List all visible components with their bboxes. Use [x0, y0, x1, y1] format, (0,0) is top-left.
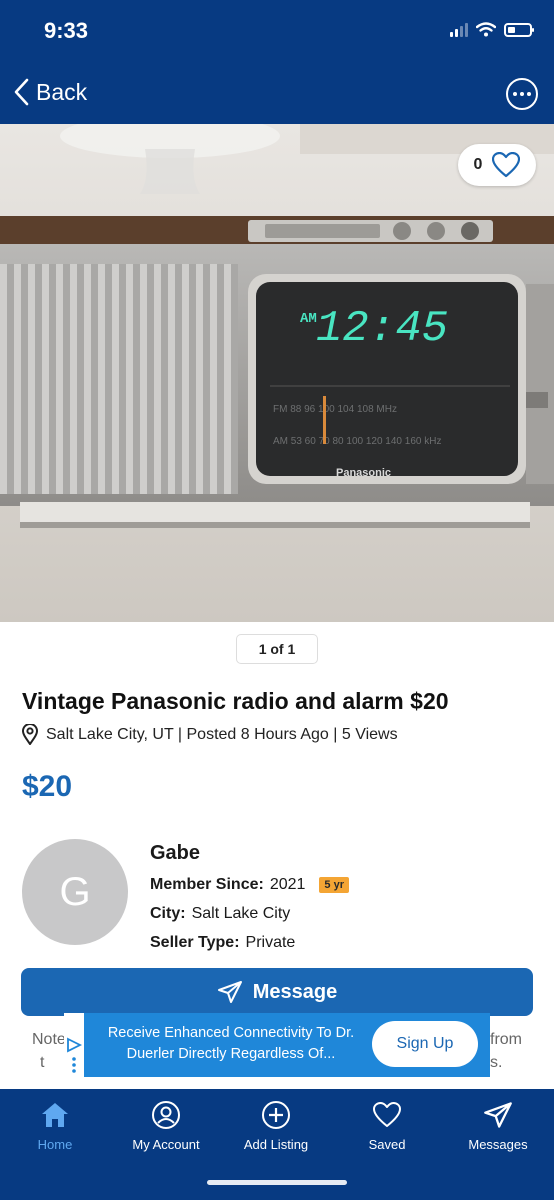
- listing-title: Vintage Panasonic radio and alarm $20: [22, 688, 449, 714]
- am-dial-scale: AM 53 60 70 80 100 120 140 160 kHz: [273, 436, 441, 447]
- chevron-left-icon: [14, 78, 29, 106]
- seller-name[interactable]: Gabe: [150, 842, 200, 865]
- member-since-row: Member Since: 2021 5 yr: [150, 876, 349, 894]
- listing-meta-text: Salt Lake City, UT | Posted 8 Hours Ago …: [46, 725, 398, 743]
- ad-choices-strip[interactable]: [64, 1013, 84, 1077]
- bottom-tab-bar: Home My Account Add Listing Saved Messag…: [0, 1089, 554, 1200]
- location-pin-icon: [22, 724, 38, 745]
- heart-icon: [492, 152, 521, 178]
- top-navigation-bar: 9:33 Back: [0, 0, 554, 124]
- notice-text-left-2: t: [40, 1054, 45, 1071]
- listing-price: $20: [22, 770, 73, 803]
- seller-type-row: Seller Type: Private: [150, 934, 295, 952]
- seller-city-row: City: Salt Lake City: [150, 905, 290, 923]
- tab-add-listing[interactable]: Add Listing: [221, 1089, 331, 1169]
- member-since-value: 2021: [269, 876, 306, 893]
- battery-icon: [504, 22, 534, 37]
- ad-banner[interactable]: Receive Enhanced Connectivity To Dr. Due…: [64, 1013, 490, 1077]
- radio-photo-illustration: AM 12:45 FM 88 96 100 104 108 MHz AM 53 …: [0, 124, 554, 622]
- home-icon: [42, 1103, 68, 1127]
- status-icons: [450, 22, 534, 37]
- account-icon: [152, 1101, 180, 1129]
- wifi-icon: [476, 22, 496, 37]
- back-button[interactable]: Back: [14, 78, 87, 106]
- home-indicator: [207, 1180, 347, 1185]
- fm-dial-scale: FM 88 96 100 104 108 MHz: [273, 404, 397, 415]
- clock-time-display: 12:45: [316, 304, 448, 354]
- member-since-label: Member Since:: [150, 876, 264, 893]
- tab-add-listing-label: Add Listing: [243, 1137, 309, 1152]
- ad-signup-button[interactable]: Sign Up: [372, 1021, 478, 1067]
- notice-text-right: from: [490, 1031, 522, 1048]
- message-button[interactable]: Message: [21, 968, 533, 1016]
- listing-meta: Salt Lake City, UT | Posted 8 Hours Ago …: [22, 724, 398, 745]
- tab-saved[interactable]: Saved: [332, 1089, 442, 1169]
- seller-city-label: City:: [150, 905, 186, 922]
- tab-messages-label: Messages: [468, 1137, 528, 1152]
- photo-pager: 1 of 1: [236, 634, 318, 664]
- cellular-signal-icon: [450, 22, 468, 37]
- favorite-button[interactable]: 0: [458, 144, 536, 186]
- favorite-count: 0: [473, 156, 483, 173]
- ad-text: Receive Enhanced Connectivity To Dr. Due…: [107, 1025, 355, 1062]
- heart-icon: [373, 1102, 401, 1127]
- seller-type-label: Seller Type:: [150, 934, 240, 951]
- status-time: 9:33: [44, 18, 89, 43]
- tab-my-account[interactable]: My Account: [111, 1089, 221, 1169]
- tab-my-account-label: My Account: [132, 1137, 200, 1152]
- tab-home-label: Home: [37, 1137, 73, 1152]
- notice-text-right-2: s.: [490, 1054, 503, 1071]
- listing-photo[interactable]: AM 12:45 FM 88 96 100 104 108 MHz AM 53 …: [0, 124, 554, 622]
- seller-type-value: Private: [245, 934, 296, 951]
- member-years-badge: 5 yr: [319, 877, 349, 893]
- radio-brand-logo: Panasonic: [336, 467, 391, 479]
- message-button-label: Message: [252, 980, 338, 1003]
- send-icon: [217, 981, 242, 1003]
- add-listing-icon: [262, 1101, 290, 1129]
- tab-messages[interactable]: Messages: [443, 1089, 553, 1169]
- tab-saved-label: Saved: [368, 1137, 406, 1152]
- send-icon: [484, 1102, 512, 1128]
- notice-text-left: Note: [32, 1031, 66, 1048]
- clock-am-indicator: AM: [300, 311, 317, 327]
- more-options-button[interactable]: [506, 78, 538, 110]
- tab-home[interactable]: Home: [0, 1089, 110, 1169]
- back-label: Back: [36, 78, 88, 105]
- seller-avatar[interactable]: G: [22, 839, 128, 945]
- ad-choices-icon: [67, 1037, 83, 1073]
- seller-city-value: Salt Lake City: [191, 905, 291, 922]
